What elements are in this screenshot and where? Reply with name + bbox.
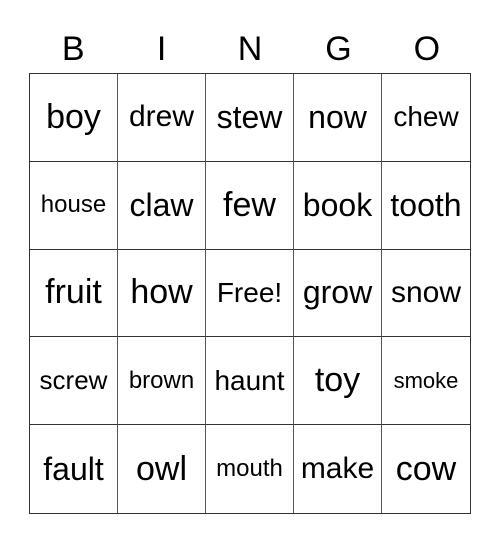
bingo-cell[interactable]: cow bbox=[382, 425, 470, 513]
bingo-cell[interactable]: fault bbox=[30, 425, 118, 513]
header-letter-o: O bbox=[413, 30, 441, 68]
header-letter-i: I bbox=[156, 30, 167, 68]
bingo-cell[interactable]: claw bbox=[118, 161, 206, 250]
bingo-cell[interactable]: toy bbox=[294, 337, 382, 426]
bingo-cell[interactable]: few bbox=[206, 161, 294, 250]
bingo-cell[interactable]: fruit bbox=[30, 249, 118, 338]
bingo-cell[interactable]: chew bbox=[382, 74, 470, 162]
bingo-card-grid: boy drew stew now chew house claw few bo… bbox=[29, 73, 471, 514]
bingo-cell[interactable]: mouth bbox=[206, 425, 294, 513]
bingo-cell[interactable]: grow bbox=[294, 249, 382, 338]
bingo-cell[interactable]: snow bbox=[382, 250, 470, 338]
bingo-header: B I N G O bbox=[29, 26, 471, 72]
bingo-cell[interactable]: brown bbox=[118, 337, 206, 426]
bingo-cell[interactable]: stew bbox=[206, 74, 294, 162]
bingo-cell[interactable]: now bbox=[294, 74, 382, 162]
header-letter-b: B bbox=[61, 30, 85, 68]
bingo-cell[interactable]: drew bbox=[118, 74, 206, 162]
header-letter-n: N bbox=[237, 30, 263, 68]
bingo-cell[interactable]: owl bbox=[118, 425, 206, 513]
bingo-cell[interactable]: how bbox=[118, 249, 206, 338]
free-space-cell[interactable]: Free! bbox=[206, 249, 294, 338]
bingo-cell[interactable]: make bbox=[294, 425, 382, 513]
bingo-cell[interactable]: smoke bbox=[382, 337, 470, 426]
bingo-cell[interactable]: tooth bbox=[382, 162, 470, 250]
bingo-cell[interactable]: book bbox=[294, 161, 382, 250]
header-letter-g: G bbox=[325, 30, 352, 68]
bingo-cell[interactable]: screw bbox=[30, 337, 118, 426]
bingo-cell[interactable]: haunt bbox=[206, 337, 294, 426]
bingo-cell[interactable]: house bbox=[30, 161, 118, 250]
bingo-cell[interactable]: boy bbox=[30, 74, 118, 162]
